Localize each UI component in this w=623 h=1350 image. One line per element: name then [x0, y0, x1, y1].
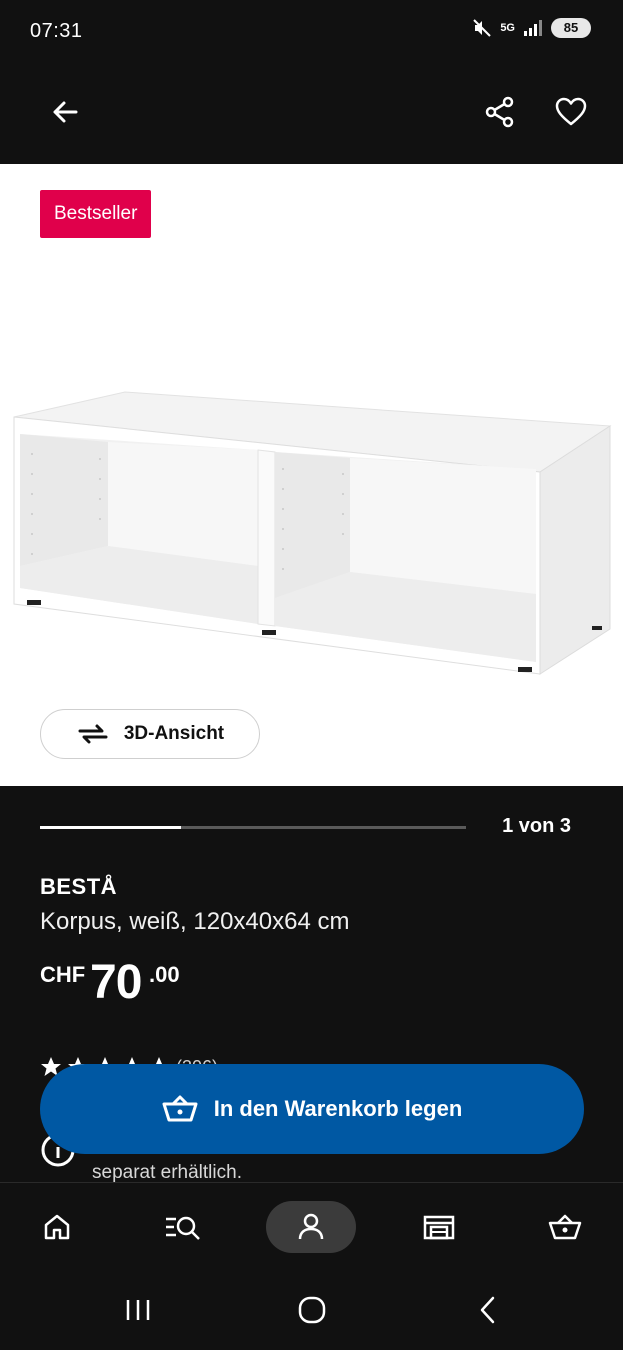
chevron-left-icon	[480, 1296, 495, 1324]
app-header	[0, 64, 623, 164]
gallery-pager: 1 von 3	[502, 815, 571, 837]
home-circle-icon	[298, 1296, 326, 1324]
cart-icon	[548, 1214, 582, 1240]
search-list-icon	[166, 1216, 200, 1240]
bottom-nav	[0, 1182, 623, 1269]
gallery-progress	[40, 826, 466, 829]
signal-icon	[524, 20, 542, 36]
nav-search[interactable]	[138, 1201, 228, 1253]
add-to-cart-button[interactable]: In den Warenkorb legen	[40, 1064, 584, 1154]
system-nav-bar	[0, 1268, 623, 1350]
favorite-button[interactable]	[547, 88, 595, 136]
status-bar: 07:31 5G 85	[0, 0, 623, 64]
product-image-area[interactable]: Bestseller 3D-Ansicht	[0, 164, 623, 786]
profile-icon	[298, 1213, 324, 1240]
basket-icon	[162, 1095, 198, 1122]
share-icon	[485, 96, 514, 128]
home-button[interactable]	[292, 1292, 332, 1328]
product-name: BESTÅ	[40, 874, 118, 899]
gallery-progress-fill	[40, 826, 181, 829]
store-icon	[423, 1215, 455, 1240]
status-time: 07:31	[30, 20, 83, 42]
nav-home[interactable]	[12, 1201, 102, 1253]
recents-icon	[126, 1300, 150, 1320]
mute-icon	[473, 19, 492, 37]
back-button[interactable]	[41, 88, 89, 136]
home-icon	[44, 1214, 70, 1240]
3d-view-button[interactable]: 3D-Ansicht	[40, 709, 260, 759]
bestseller-badge: Bestseller	[40, 190, 152, 238]
share-button[interactable]	[476, 88, 524, 136]
heart-icon	[555, 97, 587, 126]
price-integer: 70	[90, 956, 142, 1009]
back-system-button[interactable]	[468, 1292, 508, 1328]
arrow-left-icon	[53, 101, 78, 123]
nav-cart[interactable]	[520, 1201, 610, 1253]
price-currency: CHF	[40, 962, 86, 987]
price-decimal: .00	[149, 962, 180, 987]
status-icons: 5G 85	[472, 18, 591, 38]
product-image	[13, 391, 612, 675]
rotate-icon	[78, 724, 108, 744]
recents-button[interactable]	[118, 1294, 158, 1326]
nav-profile[interactable]	[266, 1201, 356, 1253]
product-description: Korpus, weiß, 120x40x64 cm	[40, 908, 350, 935]
3d-view-label: 3D-Ansicht	[123, 723, 225, 744]
add-to-cart-label: In den Warenkorb legen	[213, 1096, 463, 1121]
network-label: 5G	[500, 22, 515, 34]
nav-stores[interactable]	[394, 1201, 484, 1253]
battery-indicator: 85	[551, 18, 591, 38]
